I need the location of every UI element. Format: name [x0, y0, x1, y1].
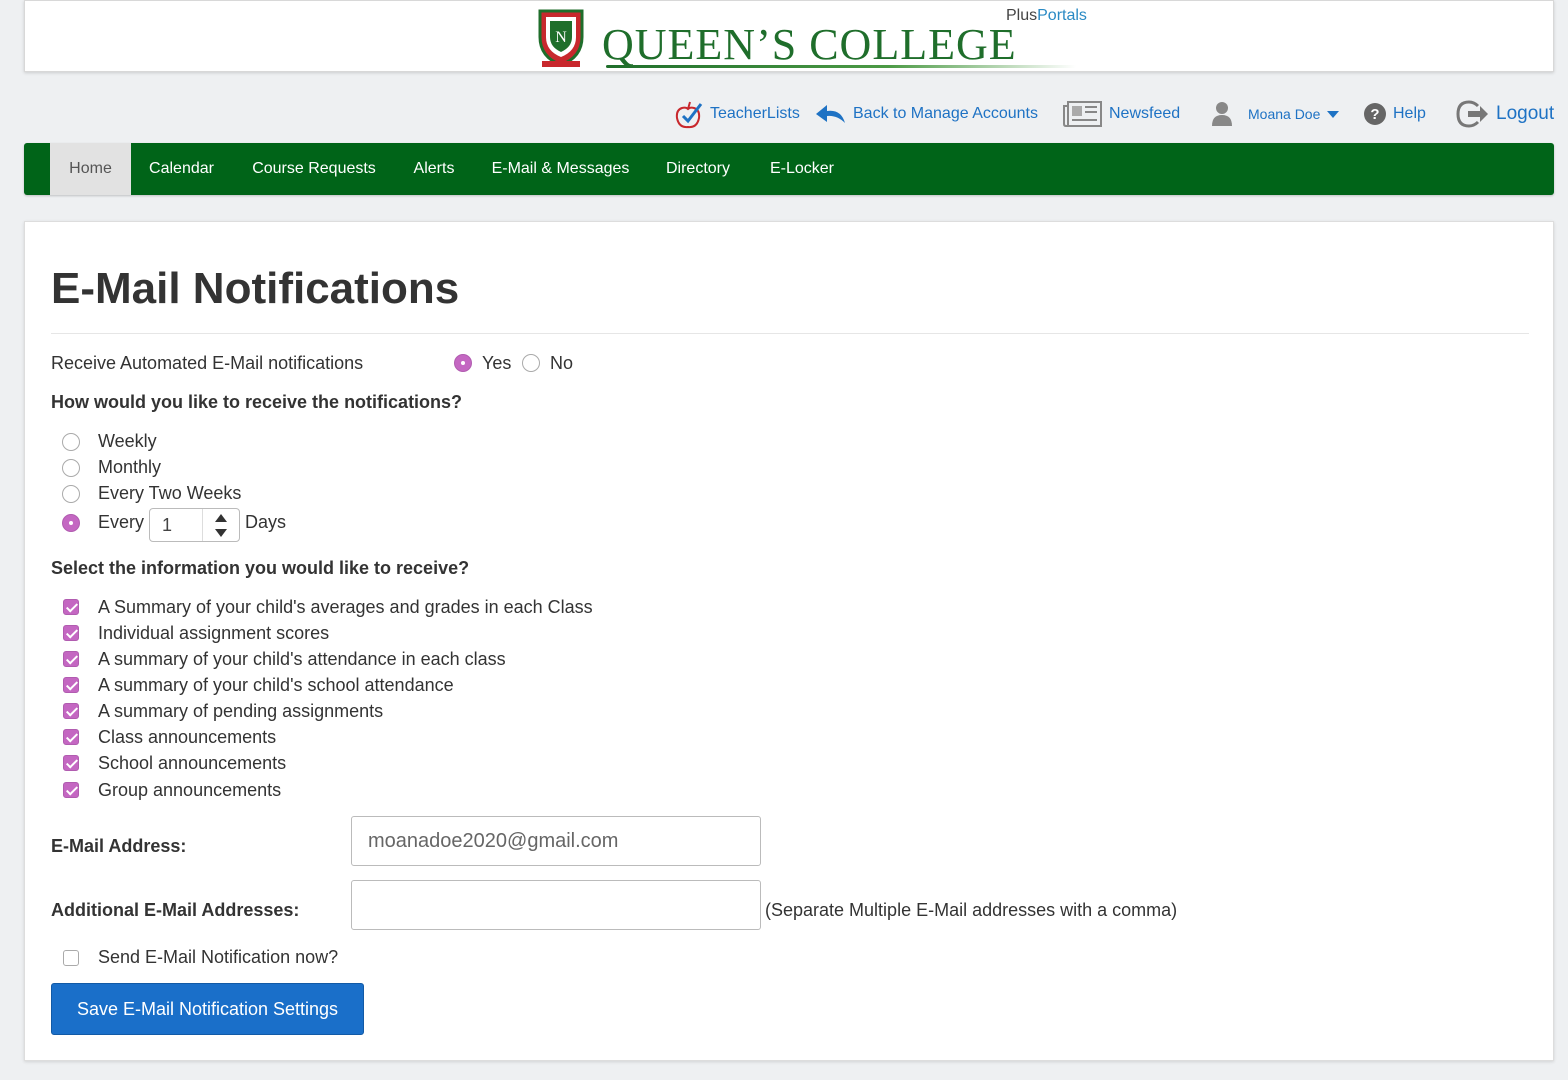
info-label[interactable]: Group announcements [98, 779, 281, 801]
header-banner: N QUEEN’S COLLEGE PlusPortals [24, 0, 1554, 72]
info-question: Select the information you would like to… [51, 558, 470, 578]
info-checkbox[interactable] [63, 599, 79, 615]
info-checkbox[interactable] [63, 729, 79, 745]
info-label[interactable]: A summary of your child's school attenda… [98, 674, 454, 696]
info-label[interactable]: School announcements [98, 752, 286, 774]
nav-course-requests[interactable]: Course Requests [244, 143, 384, 195]
name-underline [606, 65, 1076, 68]
teacherlists-label: TeacherLists [710, 105, 800, 122]
info-checkbox[interactable] [63, 651, 79, 667]
days-label: Days [245, 512, 287, 532]
college-name: QUEEN’S COLLEGE [602, 20, 1017, 69]
receive-yes-radio[interactable] [454, 354, 472, 372]
info-label[interactable]: A summary of your child's attendance in … [98, 648, 506, 670]
back-to-manage-label: Back to Manage Accounts [853, 105, 1038, 122]
frequency-question: How would you like to receive the notifi… [51, 392, 463, 412]
nav-alerts[interactable]: Alerts [404, 143, 464, 195]
main-nav: Home Calendar Course Requests Alerts E-M… [24, 143, 1554, 195]
top-links-bar: TeacherLists Back to Manage Accounts New… [0, 94, 1568, 134]
info-label[interactable]: Individual assignment scores [98, 622, 329, 644]
brand-plus: Plus [1006, 7, 1038, 24]
frequency-every-label[interactable]: Every [98, 511, 144, 533]
frequency-monthly-radio[interactable] [62, 459, 80, 477]
notifications-card: E-Mail Notifications Receive Automated E… [24, 221, 1554, 1061]
days-value[interactable]: 1 [162, 515, 172, 536]
nav-calendar[interactable]: Calendar [137, 143, 226, 195]
info-checkbox[interactable] [63, 703, 79, 719]
stepper-down-icon[interactable] [215, 529, 227, 537]
chevron-down-icon [1327, 111, 1340, 118]
teacherlists-link[interactable]: TeacherLists [674, 94, 800, 134]
additional-email-label: Additional E-Mail Addresses: [51, 900, 300, 920]
svg-text:?: ? [1370, 106, 1379, 123]
receive-label: Receive Automated E-Mail notifications [51, 353, 364, 373]
info-checkbox[interactable] [63, 755, 79, 771]
stepper-buttons [202, 509, 239, 541]
college-logo[interactable]: N QUEEN’S COLLEGE PlusPortals [530, 5, 1090, 71]
receive-no-label[interactable]: No [550, 352, 573, 374]
back-arrow-icon [816, 105, 845, 123]
user-menu[interactable]: Moana Doe [1210, 94, 1340, 134]
newsfeed-label: Newsfeed [1109, 105, 1181, 122]
info-checkbox[interactable] [63, 782, 79, 798]
frequency-weekly-radio[interactable] [62, 433, 80, 451]
days-stepper[interactable]: 1 [149, 508, 240, 542]
apple-check-icon [675, 101, 703, 129]
user-name: Moana Doe [1248, 106, 1321, 122]
send-now-checkbox[interactable] [63, 950, 79, 966]
send-now-label[interactable]: Send E-Mail Notification now? [98, 946, 338, 968]
user-avatar-icon [1212, 102, 1232, 126]
email-field[interactable]: moanadoe2020@gmail.com [351, 816, 761, 866]
frequency-monthly-label[interactable]: Monthly [98, 456, 161, 478]
additional-email-field[interactable] [351, 880, 761, 930]
save-settings-button[interactable]: Save E-Mail Notification Settings [51, 983, 364, 1035]
stepper-up-icon[interactable] [215, 514, 227, 522]
frequency-every-days-radio[interactable] [62, 514, 80, 532]
info-label[interactable]: A summary of pending assignments [98, 700, 383, 722]
logout-link[interactable]: Logout [1456, 94, 1554, 134]
nav-home[interactable]: Home [50, 143, 131, 195]
nav-elocker[interactable]: E-Locker [759, 143, 845, 195]
info-label[interactable]: Class announcements [98, 726, 276, 748]
help-icon: ? [1364, 103, 1386, 125]
school-crest-icon: N [538, 9, 584, 67]
nav-email-messages[interactable]: E-Mail & Messages [484, 143, 637, 195]
svg-text:N: N [555, 29, 567, 46]
brand-portals: Portals [1037, 7, 1087, 24]
frequency-two-weeks-label[interactable]: Every Two Weeks [98, 482, 241, 504]
newspaper-icon [1063, 101, 1102, 127]
page-title: E-Mail Notifications [51, 264, 460, 313]
receive-yes-label[interactable]: Yes [482, 352, 511, 374]
pluspportals-brand: PlusPortals [1006, 7, 1087, 25]
newsfeed-link[interactable]: Newsfeed [1063, 94, 1180, 134]
info-checkbox[interactable] [63, 677, 79, 693]
help-label: Help [1393, 105, 1426, 122]
info-label[interactable]: A Summary of your child's averages and g… [98, 596, 593, 618]
additional-email-hint: (Separate Multiple E-Mail addresses with… [765, 900, 1178, 920]
receive-no-radio[interactable] [522, 354, 540, 372]
nav-directory[interactable]: Directory [657, 143, 739, 195]
help-link[interactable]: ? Help [1363, 94, 1426, 134]
email-label: E-Mail Address: [51, 836, 187, 856]
logout-icon [1456, 100, 1488, 128]
logout-label: Logout [1496, 103, 1555, 124]
back-to-manage-accounts-link[interactable]: Back to Manage Accounts [815, 94, 1038, 134]
frequency-weekly-label[interactable]: Weekly [98, 430, 157, 452]
frequency-two-weeks-radio[interactable] [62, 485, 80, 503]
title-divider [51, 333, 1529, 334]
info-checkbox[interactable] [63, 625, 79, 641]
